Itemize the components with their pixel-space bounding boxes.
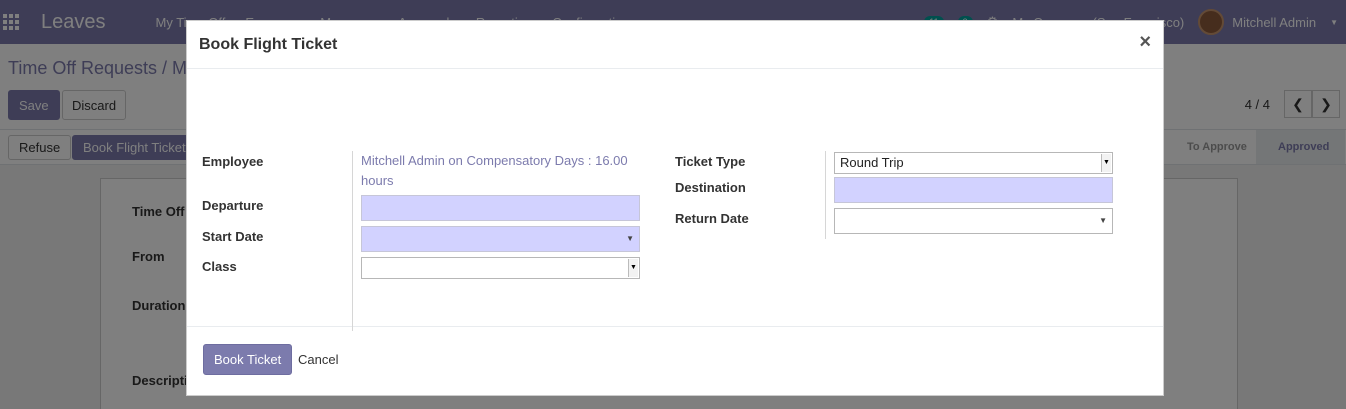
start-date-label: Start Date — [202, 229, 264, 244]
employee-label: Employee — [202, 154, 264, 169]
start-date-input[interactable]: ▼ — [361, 226, 640, 252]
modal-title: Book Flight Ticket — [199, 36, 338, 53]
select-arrow-icon: ▼ — [628, 259, 638, 277]
right-group-divider — [825, 151, 826, 239]
caret-down-icon: ▼ — [1099, 216, 1107, 225]
class-select[interactable]: ▼ — [361, 257, 640, 279]
modal-header: Book Flight Ticket × — [187, 21, 1163, 69]
destination-label: Destination — [675, 180, 746, 195]
ticket-type-value: Round Trip — [840, 155, 904, 170]
ticket-type-label: Ticket Type — [675, 154, 746, 169]
left-group-divider — [352, 151, 353, 331]
modal-body: Employee Mitchell Admin on Compensatory … — [187, 69, 1163, 331]
modal-footer: Book Ticket Cancel — [187, 327, 1163, 397]
close-icon[interactable]: × — [1139, 31, 1151, 54]
class-label: Class — [202, 259, 237, 274]
ticket-type-select[interactable]: Round Trip ▼ — [834, 152, 1113, 174]
cancel-button[interactable]: Cancel — [298, 352, 338, 367]
departure-input[interactable] — [361, 195, 640, 221]
caret-down-icon: ▼ — [626, 234, 634, 243]
return-date-input[interactable]: ▼ — [834, 208, 1113, 234]
employee-value[interactable]: Mitchell Admin on Compensatory Days : 16… — [361, 151, 641, 191]
select-arrow-icon: ▼ — [1101, 154, 1111, 172]
book-flight-ticket-dialog: Book Flight Ticket × Employee Mitchell A… — [186, 20, 1164, 396]
book-ticket-button[interactable]: Book Ticket — [203, 344, 293, 375]
return-date-label: Return Date — [675, 211, 749, 226]
departure-label: Departure — [202, 198, 264, 213]
destination-input[interactable] — [834, 177, 1113, 203]
